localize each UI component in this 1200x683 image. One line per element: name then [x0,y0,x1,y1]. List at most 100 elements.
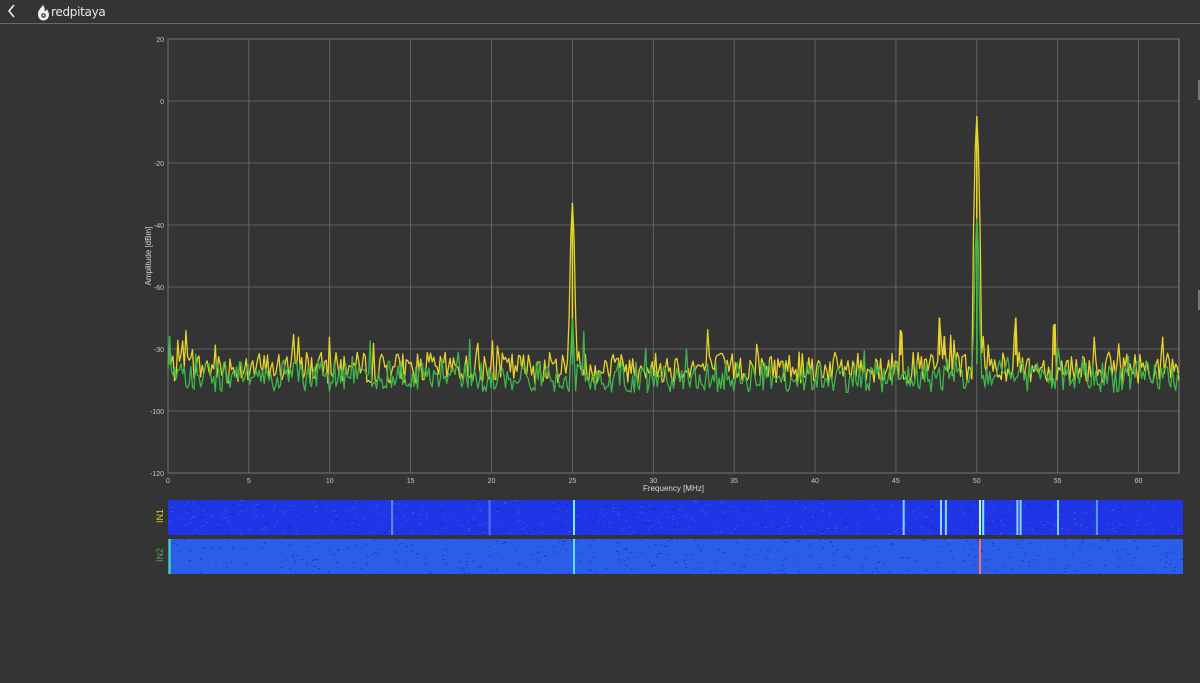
waterfall-noise [568,531,571,532]
waterfall-noise [392,531,395,533]
waterfall-noise [1067,511,1070,513]
waterfall-noise [688,563,691,565]
waterfall-noise [915,519,917,521]
waterfall-noise [618,553,620,555]
waterfall-noise [284,511,287,512]
waterfall-noise [570,540,573,541]
waterfall-noise [822,547,825,548]
waterfall-noise [394,558,397,560]
waterfall-noise [203,524,205,526]
waterfall-noise [844,522,846,524]
waterfall-noise [1132,565,1135,567]
waterfall-noise [1031,531,1034,533]
waterfall-noise [383,505,386,506]
waterfall-noise [171,506,174,508]
waterfall-noise [309,506,312,508]
waterfall-in2-label: IN2 [155,548,165,563]
waterfall-noise [1025,501,1028,503]
waterfall-noise [468,527,471,529]
waterfall-noise [1011,530,1014,531]
waterfall-noise [459,570,462,572]
waterfall-noise [588,569,590,571]
waterfall-noise [476,508,478,510]
waterfall-noise [954,505,957,507]
waterfall-noise [885,564,888,566]
waterfall-noise [776,526,779,528]
waterfall-noise [577,562,580,564]
waterfall-noise [333,509,336,511]
waterfall-noise [867,549,870,550]
waterfall-noise [658,533,661,535]
waterfall-noise [230,513,233,515]
waterfall-noise [731,560,733,562]
waterfall-noise [218,547,221,549]
waterfall-noise [914,559,917,561]
x-tick-label: 45 [892,478,900,485]
waterfall-noise [909,544,912,546]
waterfall-noise [967,554,970,556]
waterfall-noise [684,527,687,529]
waterfall-noise [411,544,414,546]
waterfall-noise [1152,545,1155,547]
waterfall-noise [642,559,645,561]
waterfall-noise [463,572,466,574]
waterfall-noise [882,564,885,565]
waterfall-noise [231,529,233,531]
waterfall-noise [478,503,481,505]
waterfall-noise [733,563,736,565]
waterfall-noise [767,550,770,551]
waterfall-noise [808,546,811,548]
waterfall-noise [744,554,747,556]
waterfall-noise [976,540,979,542]
waterfall-noise [795,503,798,505]
waterfall-noise [663,566,666,568]
waterfall-noise [714,569,717,571]
waterfall-noise [924,555,927,556]
waterfall-noise [732,558,735,560]
waterfall-noise [1011,553,1014,555]
waterfall-noise [592,508,595,510]
waterfall-noise [464,555,467,557]
waterfall-noise [337,559,340,560]
waterfall-noise [283,541,286,543]
waterfall-noise [403,501,406,503]
waterfall-noise [361,528,364,530]
waterfall-noise [654,544,657,545]
waterfall-noise [614,507,617,509]
waterfall-noise [398,503,400,505]
waterfall-noise [673,526,675,528]
waterfall-noise [333,553,335,555]
waterfall-noise [538,565,541,567]
waterfall-noise [284,545,287,547]
waterfall-noise [455,568,458,570]
waterfall-noise [850,505,853,507]
waterfall-noise [991,508,994,510]
waterfall-noise [354,544,357,546]
spectrum-chart[interactable]: 0 5 10 15 20 25 30 35 40 45 50 55 60200-20-40-60-30-… [0,0,1200,683]
x-axis-title: Frequency [MHz] [643,484,704,493]
waterfall-noise [280,569,283,571]
waterfall-noise [672,519,675,521]
waterfall-noise [551,545,554,546]
waterfall-noise [691,518,694,520]
waterfall-noise [1007,561,1010,562]
waterfall-noise [444,541,446,543]
waterfall-noise [847,570,850,572]
waterfall-noise [685,516,688,518]
waterfall-noise [377,548,380,550]
waterfall-noise [510,530,513,532]
waterfall-noise [337,523,340,525]
waterfall-noise [462,569,465,571]
waterfall-noise [934,500,937,502]
waterfall-noise [616,551,619,552]
waterfall-noise [602,524,604,526]
waterfall-noise [1027,544,1029,546]
waterfall-line [573,539,575,574]
waterfall-noise [337,549,339,551]
waterfall-noise [469,570,472,572]
waterfall-noise [784,558,787,560]
waterfall-noise [873,556,876,558]
waterfall-noise [248,548,251,550]
waterfall-noise [943,539,946,541]
waterfall-noise [443,513,446,515]
